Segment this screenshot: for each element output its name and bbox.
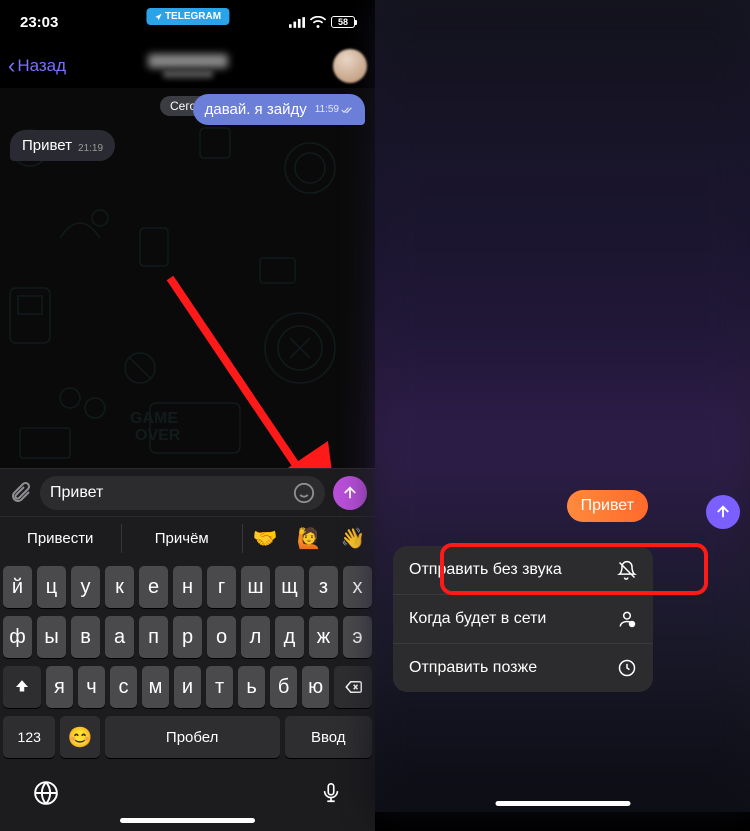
key-щ[interactable]: щ xyxy=(275,566,304,608)
bell-off-icon xyxy=(617,560,637,580)
chat-area[interactable]: PRESS GAME OVER Сегодня давай. я зайду 1… xyxy=(0,88,375,468)
key-о[interactable]: о xyxy=(207,616,236,658)
key-з[interactable]: з xyxy=(309,566,338,608)
wifi-icon xyxy=(310,16,326,28)
key-ь[interactable]: ь xyxy=(238,666,265,708)
avatar[interactable] xyxy=(333,49,367,83)
emoji-icon[interactable] xyxy=(293,482,315,504)
key-т[interactable]: т xyxy=(206,666,233,708)
key-и[interactable]: и xyxy=(174,666,201,708)
menu-when-online[interactable]: Когда будет в сети xyxy=(393,595,653,644)
key-д[interactable]: д xyxy=(275,616,304,658)
user-online-icon xyxy=(617,609,637,629)
left-screenshot: 23:03 TELEGRAM 58 ‹ Назад xyxy=(0,0,375,812)
suggestion-emoji-2[interactable]: 🙋 xyxy=(287,526,331,551)
mic-icon[interactable] xyxy=(320,780,342,806)
message-outgoing[interactable]: давай. я зайду 11:59 xyxy=(193,94,365,125)
svg-text:GAME: GAME xyxy=(130,410,178,427)
back-button[interactable]: ‹ Назад xyxy=(8,53,66,79)
suggestion-1[interactable]: Привести xyxy=(0,524,122,553)
key-ы[interactable]: ы xyxy=(37,616,66,658)
key-shift[interactable] xyxy=(3,666,41,708)
key-я[interactable]: я xyxy=(46,666,73,708)
message-input-bar: Привет xyxy=(0,468,375,516)
globe-icon[interactable] xyxy=(33,780,59,806)
key-а[interactable]: а xyxy=(105,616,134,658)
key-к[interactable]: к xyxy=(105,566,134,608)
clock-icon xyxy=(617,658,637,678)
signal-icon xyxy=(289,17,305,28)
menu-send-silently[interactable]: Отправить без звука xyxy=(393,546,653,595)
key-б[interactable]: б xyxy=(270,666,297,708)
key-return[interactable]: Ввод xyxy=(285,716,372,758)
read-checks-icon xyxy=(341,106,353,114)
status-time: 23:03 xyxy=(20,14,58,31)
key-в[interactable]: в xyxy=(71,616,100,658)
message-input[interactable]: Привет xyxy=(40,476,325,510)
key-numbers[interactable]: 123 xyxy=(3,716,55,758)
key-н[interactable]: н xyxy=(173,566,202,608)
key-м[interactable]: м xyxy=(142,666,169,708)
send-button[interactable] xyxy=(706,495,740,529)
chevron-left-icon: ‹ xyxy=(8,53,15,79)
key-space[interactable]: Пробел xyxy=(105,716,280,758)
chat-title[interactable] xyxy=(148,54,228,78)
suggestion-2[interactable]: Причём xyxy=(122,524,244,553)
key-л[interactable]: л xyxy=(241,616,270,658)
svg-text:OVER: OVER xyxy=(135,427,181,444)
key-р[interactable]: р xyxy=(173,616,202,658)
send-button[interactable] xyxy=(333,476,367,510)
suggestion-bar: Привести Причём 🤝 🙋 👋 xyxy=(0,516,375,560)
key-с[interactable]: с xyxy=(110,666,137,708)
key-э[interactable]: э xyxy=(343,616,372,658)
key-п[interactable]: п xyxy=(139,616,168,658)
key-ц[interactable]: ц xyxy=(37,566,66,608)
key-у[interactable]: у xyxy=(71,566,100,608)
attach-icon[interactable] xyxy=(8,481,32,505)
key-ч[interactable]: ч xyxy=(78,666,105,708)
status-center-badge: TELEGRAM xyxy=(146,8,229,25)
key-ж[interactable]: ж xyxy=(309,616,338,658)
pending-message[interactable]: Привет xyxy=(567,490,648,522)
key-ю[interactable]: ю xyxy=(302,666,329,708)
key-г[interactable]: г xyxy=(207,566,236,608)
key-ф[interactable]: ф xyxy=(3,616,32,658)
key-emoji[interactable]: 😊 xyxy=(60,716,99,758)
status-bar: 23:03 TELEGRAM 58 xyxy=(0,0,375,44)
key-й[interactable]: й xyxy=(3,566,32,608)
key-backspace[interactable] xyxy=(334,666,372,708)
home-indicator[interactable] xyxy=(120,818,255,823)
battery-icon: 58 xyxy=(331,16,355,28)
key-х[interactable]: х xyxy=(343,566,372,608)
context-menu: Отправить без звука Когда будет в сети О… xyxy=(393,546,653,692)
key-ш[interactable]: ш xyxy=(241,566,270,608)
suggestion-emoji-3[interactable]: 👋 xyxy=(331,526,375,551)
nav-bar: ‹ Назад xyxy=(0,44,375,88)
keyboard: йцукенгшщзх фывапролджэ ячсмитьбю 123 😊 … xyxy=(0,560,375,831)
menu-send-later[interactable]: Отправить позже xyxy=(393,644,653,692)
key-е[interactable]: е xyxy=(139,566,168,608)
message-incoming[interactable]: Привет 21:19 xyxy=(10,130,115,161)
right-screenshot: Привет Отправить без звука Когда будет в… xyxy=(375,0,750,812)
suggestion-emoji-1[interactable]: 🤝 xyxy=(243,526,287,551)
